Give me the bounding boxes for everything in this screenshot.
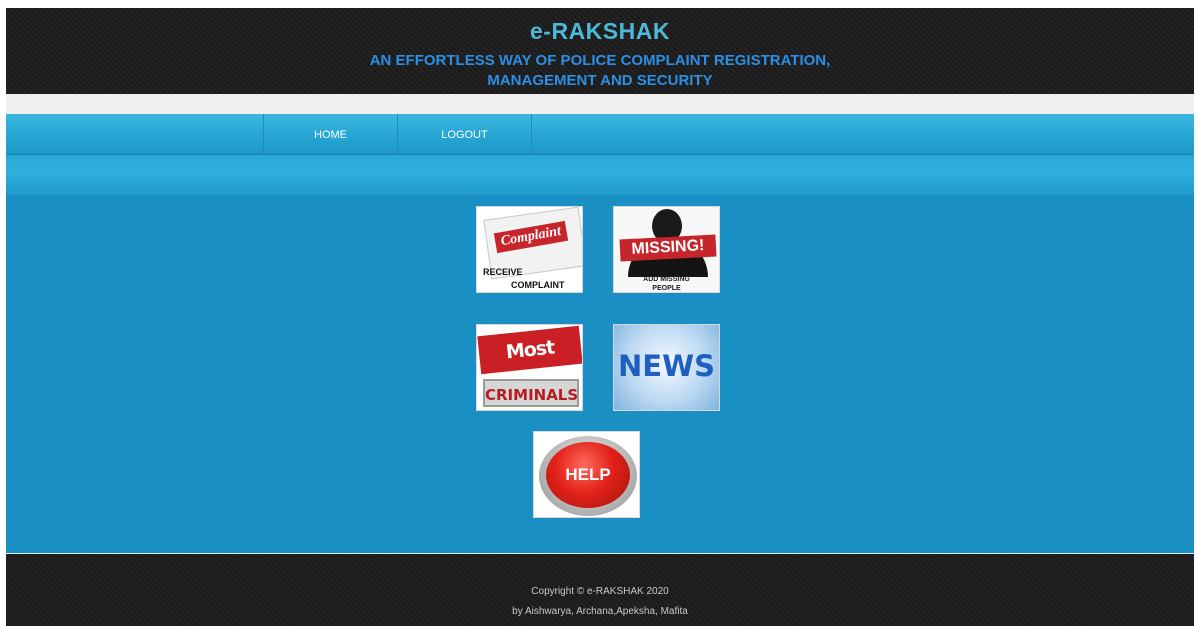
site-tagline: AN EFFORTLESS WAY OF POLICE COMPLAINT RE…: [300, 51, 900, 91]
receive-complaint-label-1: RECEIVE: [483, 267, 523, 277]
main-nav: HOME LOGOUT: [6, 114, 1194, 155]
page-frame: e-RAKSHAK AN EFFORTLESS WAY OF POLICE CO…: [6, 8, 1194, 626]
header-divider: [6, 94, 1194, 114]
help-label: HELP: [565, 465, 611, 484]
add-missing-label-1: ADD MISSING: [643, 276, 690, 283]
help-tile[interactable]: HELP: [533, 431, 640, 518]
site-title: e-RAKSHAK: [530, 18, 670, 44]
footer-copyright: Copyright © e-RAKSHAK 2020: [531, 586, 669, 597]
tagline-line-2: MANAGEMENT AND SECURITY: [487, 72, 713, 89]
criminals-label: CRIMINALS: [483, 379, 579, 407]
nav-logout-link[interactable]: LOGOUT: [397, 114, 532, 155]
most-wanted-banner: Most Wanted: [477, 325, 582, 403]
add-missing-people-tile[interactable]: MISSING! ADD MISSING PEOPLE: [613, 206, 720, 293]
receive-complaint-tile[interactable]: Complaint RECEIVE COMPLAINT: [476, 206, 583, 293]
dashboard-panel: Complaint RECEIVE COMPLAINT MISSING! ADD…: [6, 195, 1194, 554]
nav-banner: [6, 155, 1194, 195]
most-wanted-criminals-tile[interactable]: Most Wanted CRIMINALS: [476, 324, 583, 411]
footer-authors: by Aishwarya, Archana,Apeksha, Mafita: [512, 606, 688, 617]
tagline-line-1: AN EFFORTLESS WAY OF POLICE COMPLAINT RE…: [369, 52, 831, 69]
add-missing-people-label: ADD MISSING PEOPLE: [614, 275, 719, 292]
receive-complaint-label-2: COMPLAINT: [511, 280, 565, 290]
site-footer: Copyright © e-RAKSHAK 2020 by Aishwarya,…: [6, 554, 1194, 626]
add-missing-label-2: PEOPLE: [652, 285, 681, 292]
news-tile[interactable]: NEWS: [613, 324, 720, 411]
news-label: NEWS: [618, 349, 715, 383]
nav-home-link[interactable]: HOME: [263, 114, 397, 155]
site-header: e-RAKSHAK AN EFFORTLESS WAY OF POLICE CO…: [6, 8, 1194, 94]
